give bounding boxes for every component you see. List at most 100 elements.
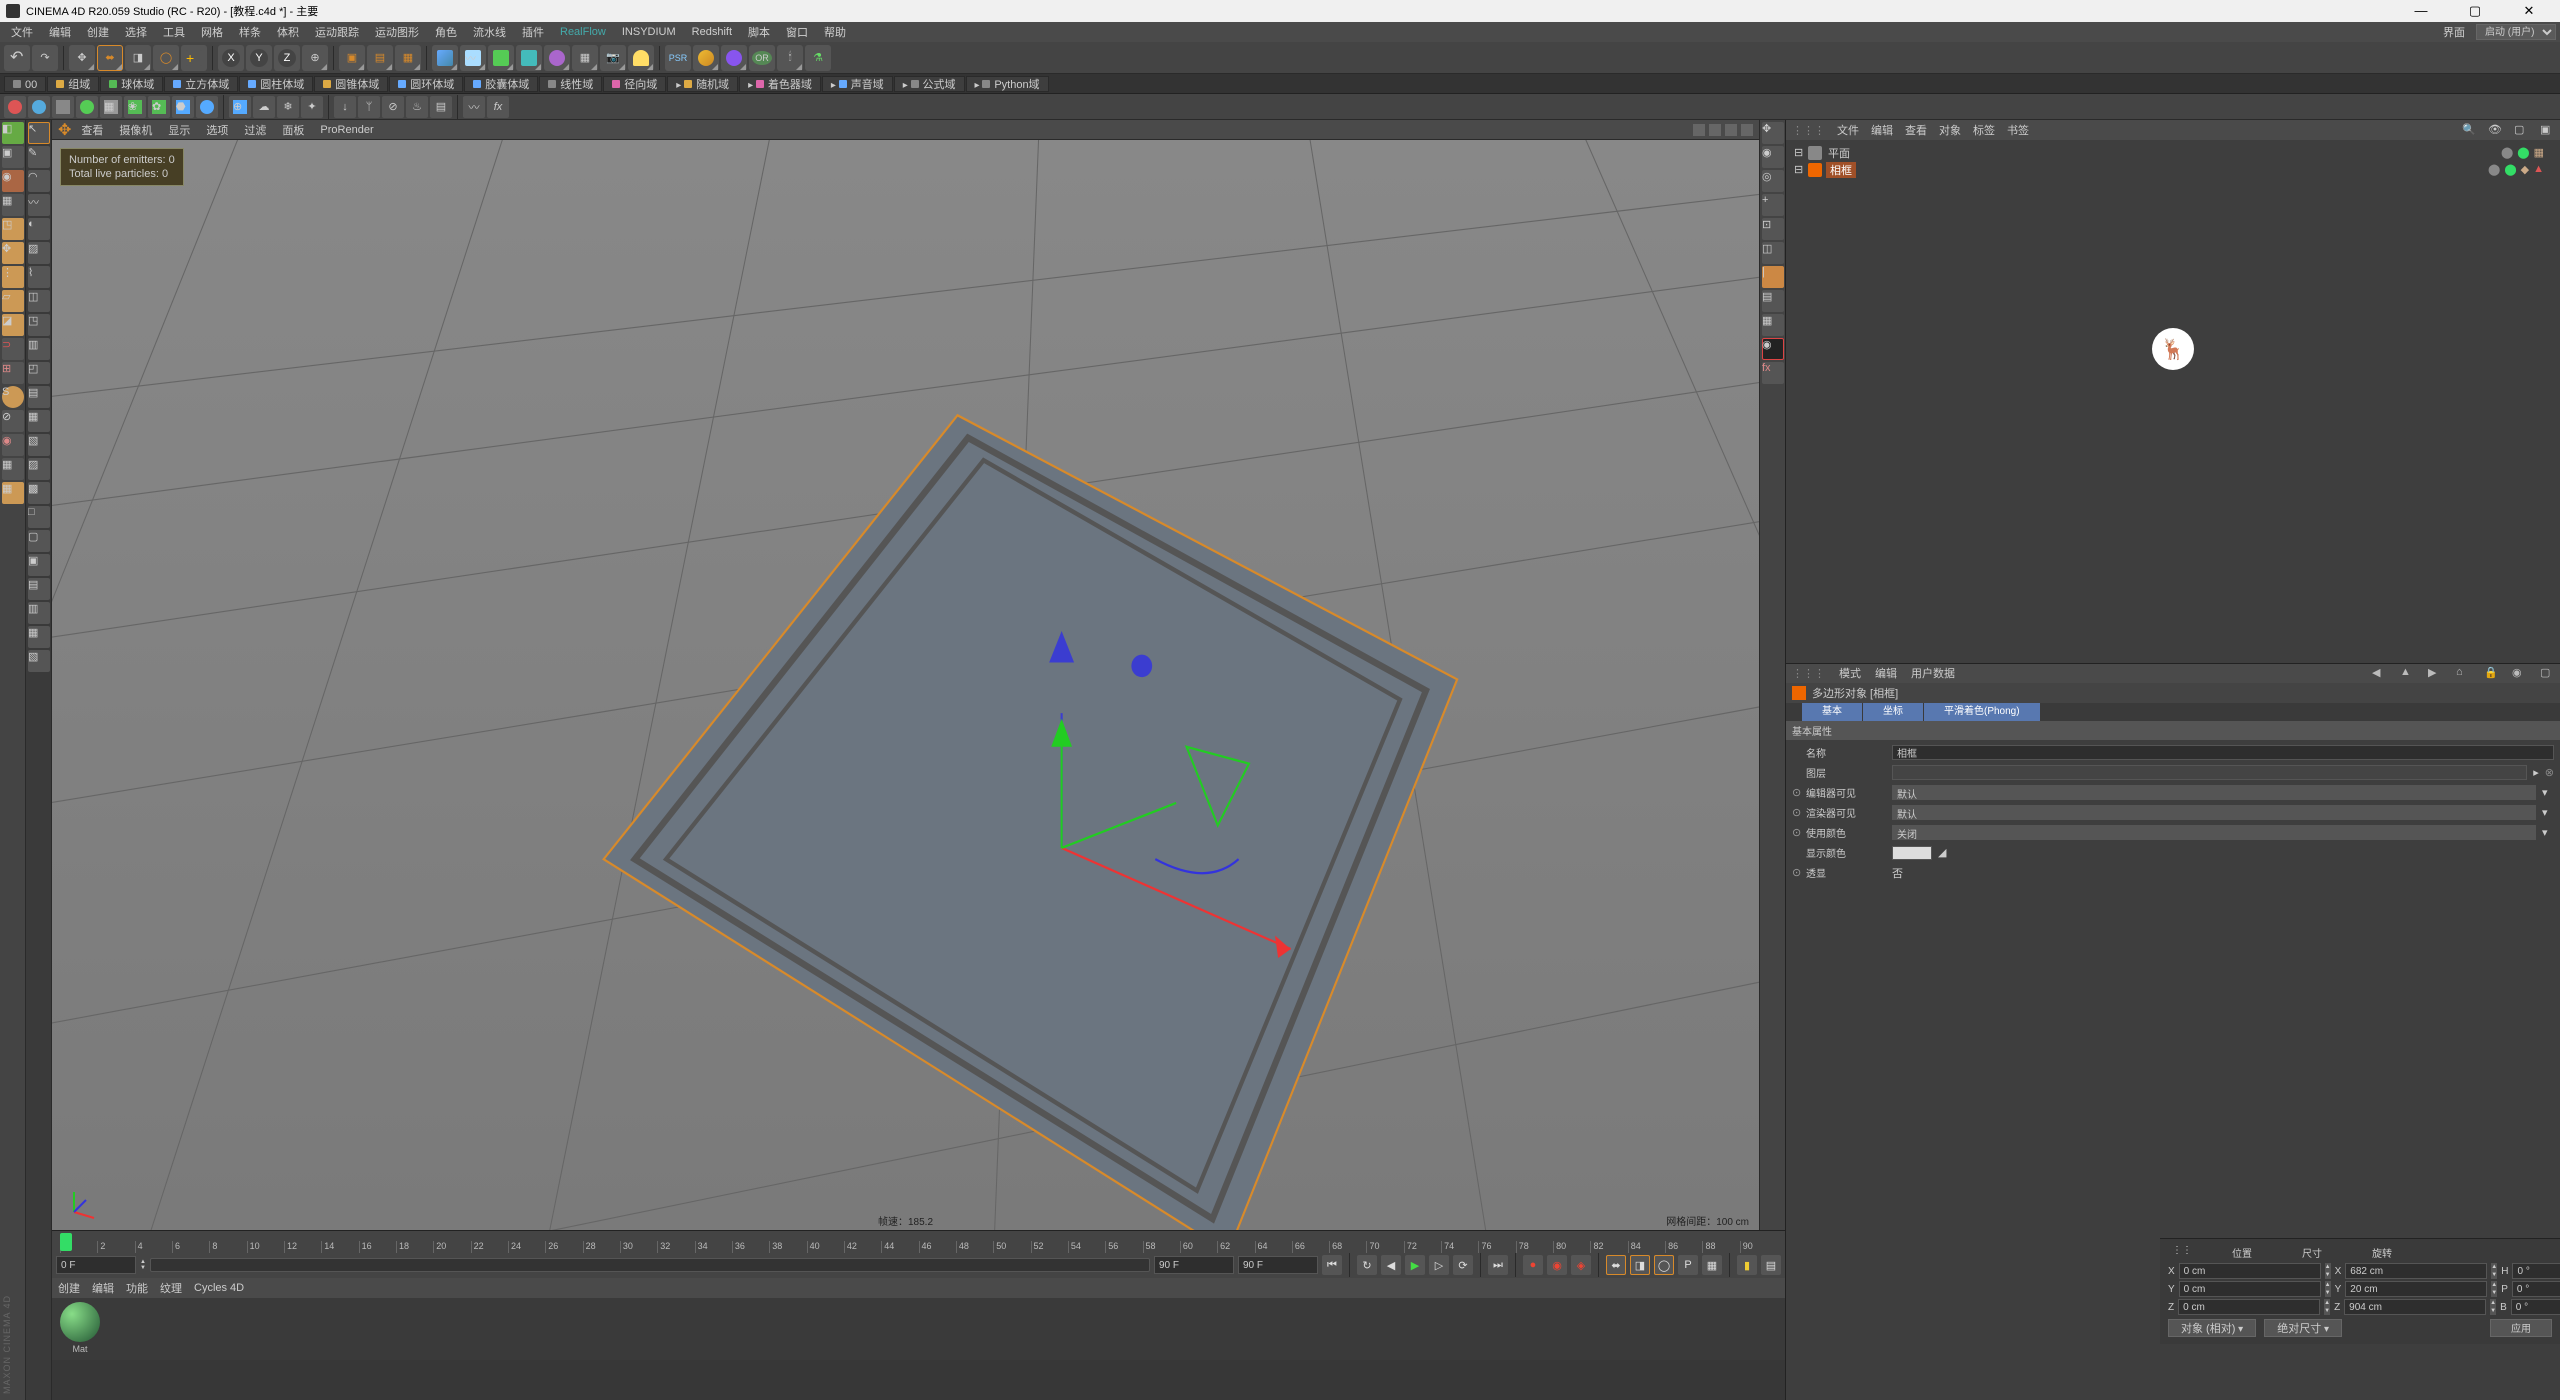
tl-opt-rot[interactable]: ◯ xyxy=(1654,1255,1674,1275)
tool-12[interactable]: ▤ xyxy=(28,386,50,408)
rf-btn-5[interactable]: ▦ xyxy=(100,96,122,118)
om-min-icon[interactable]: ▢ xyxy=(2514,123,2528,137)
coord-apply-button[interactable]: 应用 xyxy=(2490,1319,2552,1337)
vp-move-cross-icon[interactable]: ✥ xyxy=(58,120,71,140)
workplane2-button[interactable]: ⊞ xyxy=(2,362,24,384)
om-object-name[interactable]: 平面 xyxy=(1826,145,1850,161)
tl-play[interactable]: ▶ xyxy=(1405,1255,1425,1275)
workplane-button[interactable]: ▦ xyxy=(2,194,24,216)
attr-tab-coord[interactable]: 坐标 xyxy=(1863,703,1923,721)
render-settings-button[interactable]: ▦ xyxy=(395,45,421,71)
tl-opt-scale[interactable]: ◨ xyxy=(1630,1255,1650,1275)
tool-10[interactable]: ▥ xyxy=(28,338,50,360)
field-shader[interactable]: ▸ 着色器域 xyxy=(739,76,821,92)
close-button[interactable]: ✕ xyxy=(2514,3,2544,19)
field-cube[interactable]: 立方体域 xyxy=(164,76,238,92)
menu-motiontracker[interactable]: 运动跟踪 xyxy=(308,23,366,41)
om-menu-tag[interactable]: 标签 xyxy=(1973,122,1995,138)
rf-btn-11[interactable]: ☁ xyxy=(253,96,275,118)
or-tool[interactable]: OR xyxy=(749,45,775,71)
matmenu-cycles[interactable]: Cycles 4D xyxy=(194,1282,244,1294)
coord-rot-input[interactable] xyxy=(2512,1281,2560,1297)
om-menu-view[interactable]: 查看 xyxy=(1905,122,1927,138)
tool-23[interactable]: ▧ xyxy=(28,650,50,672)
render-picture-button[interactable]: ▤ xyxy=(367,45,393,71)
rf-btn-14[interactable]: ↓ xyxy=(334,96,356,118)
om-menu-bookmark[interactable]: 书签 xyxy=(2007,122,2029,138)
ring-tool-button[interactable]: ◐ xyxy=(28,218,50,240)
om-tag-icon[interactable]: ⬤ xyxy=(2501,146,2513,159)
field-python[interactable]: ▸ Python域 xyxy=(966,76,1049,92)
object-frame[interactable] xyxy=(604,415,1458,1230)
coord-size-input[interactable] xyxy=(2345,1281,2487,1297)
field-torus[interactable]: 圆环体域 xyxy=(389,76,463,92)
spinner[interactable]: ▲▼ xyxy=(2491,1281,2497,1297)
menu-insydium[interactable]: INSYDIUM xyxy=(615,25,683,39)
field-sphere[interactable]: 球体域 xyxy=(100,76,163,92)
modeling-dropdown[interactable] xyxy=(516,45,542,71)
lasso-tool-button[interactable]: ◠ xyxy=(28,170,50,192)
attr-nav-fwd[interactable]: ▶ xyxy=(2428,666,2442,680)
object-mode-button[interactable]: ◳ xyxy=(2,218,24,240)
attr-color-swatch[interactable] xyxy=(1892,846,1932,860)
field-formula[interactable]: ▸ 公式域 xyxy=(894,76,965,92)
attr-nav-back[interactable]: ◀ xyxy=(2372,666,2386,680)
coord-size-input[interactable] xyxy=(2344,1299,2486,1315)
vp-pal-10[interactable]: ◉ xyxy=(1762,338,1784,360)
vpmenu-panel[interactable]: 面板 xyxy=(276,122,310,138)
attr-check-value[interactable]: 否 xyxy=(1892,865,1903,881)
checker-button[interactable]: ▦ xyxy=(2,482,24,504)
menu-edit[interactable]: 编辑 xyxy=(42,23,78,41)
om-menu-object[interactable]: 对象 xyxy=(1939,122,1961,138)
axis-mode-button[interactable]: ✥ xyxy=(2,242,24,264)
candle-tool[interactable]: 🕯 xyxy=(777,45,803,71)
dropdown-icon[interactable]: ▾ xyxy=(2542,826,2554,839)
lock-button[interactable]: ⊘ xyxy=(2,410,24,432)
vp-nav-orbit-icon[interactable] xyxy=(1725,124,1737,136)
tool-17[interactable]: □ xyxy=(28,506,50,528)
om-tag-icon[interactable]: ⬤ xyxy=(2488,163,2500,176)
om-expand-toggle[interactable]: ⊟ xyxy=(1794,146,1804,159)
rotate-tool[interactable]: ◯ xyxy=(153,45,179,71)
scale-tool[interactable]: ◨ xyxy=(125,45,151,71)
rf-btn-4[interactable] xyxy=(76,96,98,118)
attr-select[interactable]: 关闭 xyxy=(1892,825,2536,840)
rf-btn-16[interactable]: ⊘ xyxy=(382,96,404,118)
tool-19[interactable]: ▣ xyxy=(28,554,50,576)
light-dropdown[interactable] xyxy=(628,45,654,71)
matmenu-edit[interactable]: 编辑 xyxy=(92,1280,114,1296)
undo-button[interactable] xyxy=(4,45,30,71)
render-view-button[interactable]: ▣ xyxy=(339,45,365,71)
tl-opt-param[interactable]: P xyxy=(1678,1255,1698,1275)
field-00[interactable]: 00 xyxy=(4,76,46,92)
tl-dopesheet[interactable]: ▤ xyxy=(1761,1255,1781,1275)
timeline-ruler[interactable]: 0246810121416182022242628303234363840424… xyxy=(52,1231,1785,1253)
tl-next-frame[interactable]: ▷ xyxy=(1429,1255,1449,1275)
rf-btn-19[interactable]: 〰 xyxy=(463,96,485,118)
noise-button[interactable]: ▦ xyxy=(2,458,24,480)
field-capsule[interactable]: 胶囊体域 xyxy=(464,76,538,92)
rf-btn-13[interactable]: ✦ xyxy=(301,96,323,118)
menu-file[interactable]: 文件 xyxy=(4,23,40,41)
tl-end2-input[interactable] xyxy=(1238,1256,1318,1274)
last-tool[interactable] xyxy=(181,45,207,71)
vpmenu-options[interactable]: 选项 xyxy=(200,122,234,138)
attr-nav-up[interactable]: ▲ xyxy=(2400,666,2414,680)
lab-tool[interactable]: ⚗ xyxy=(805,45,831,71)
material-item[interactable]: Mat xyxy=(56,1302,104,1354)
psr-button[interactable]: PSR xyxy=(665,45,691,71)
tool-18[interactable]: ▢ xyxy=(28,530,50,552)
om-search-icon[interactable]: 🔍 xyxy=(2462,123,2476,137)
rf-btn-20[interactable]: fx xyxy=(487,96,509,118)
loop-tool-button[interactable]: 〰 xyxy=(28,194,50,216)
vp-pal-8[interactable]: ▤ xyxy=(1762,290,1784,312)
attr-layer-field[interactable] xyxy=(1892,765,2527,780)
vp-nav-zoom-icon[interactable] xyxy=(1709,124,1721,136)
point-mode-button[interactable]: ⋮ xyxy=(2,266,24,288)
tl-opt-move[interactable]: ⬌ xyxy=(1606,1255,1626,1275)
field-sound[interactable]: ▸ 声音域 xyxy=(822,76,893,92)
menu-spline[interactable]: 样条 xyxy=(232,23,268,41)
menu-redshift[interactable]: Redshift xyxy=(685,25,739,39)
vpmenu-filter[interactable]: 过滤 xyxy=(238,122,272,138)
tl-loop[interactable]: ↻ xyxy=(1357,1255,1377,1275)
